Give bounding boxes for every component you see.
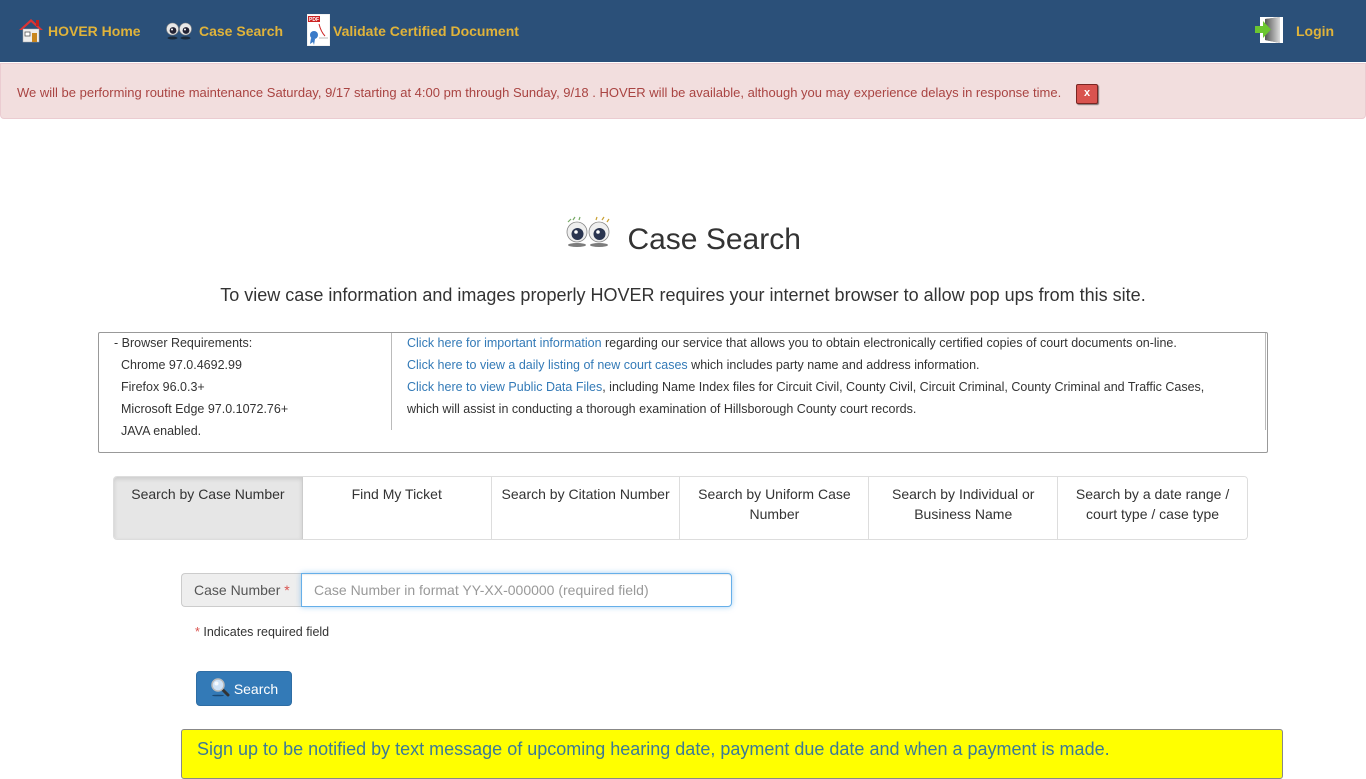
svg-text:PDF: PDF [309,17,319,23]
alert-close-button[interactable]: x [1076,84,1098,104]
required-field-note: * Indicates required field [195,625,329,639]
tab-search-by-uniform-case-number[interactable]: Search by Uniform Case Number [680,477,870,539]
house-icon [18,17,44,46]
public-data-files-link[interactable]: Click here to view Public Data Files [407,380,602,394]
maintenance-alert: We will be performing routine maintenanc… [0,63,1366,119]
eyes-icon [166,20,192,43]
requirement-item: Microsoft Edge 97.0.1072.76+ [121,402,289,416]
requirement-item: JAVA enabled. [121,424,202,438]
search-tabs: Search by Case Number Find My Ticket Sea… [113,476,1248,540]
case-number-label: Case Number * [181,573,301,607]
pdf-certificate-icon: PDF [306,13,331,49]
browser-requirements: - Browser Requirements: Chrome 97.0.4692… [99,333,392,438]
maintenance-alert-text: We will be performing routine maintenanc… [17,85,1062,100]
divider [1265,333,1266,430]
requirement-item: Chrome 97.0.4692.99 [121,358,242,372]
popup-requirement-note: To view case information and images prop… [220,285,1146,305]
text-notification-signup-banner[interactable]: Sign up to be notified by text message o… [181,729,1283,779]
page-title: Case Search [0,216,1366,262]
important-information-link[interactable]: Click here for important information [407,336,602,350]
page-title-text: Case Search [627,223,801,256]
info-line-text: regarding our service that allows you to… [601,336,1177,350]
info-line: Click here for important information reg… [407,336,1177,350]
required-marker: * [284,582,290,598]
required-note-text: Indicates required field [203,625,330,639]
nav-case-search-label: Case Search [199,23,284,39]
browser-requirements-heading: - Browser Requirements: [114,336,253,350]
nav-validate-document-link[interactable]: PDF Validate Certified Document [306,0,519,62]
nav-case-search-link[interactable]: Case Search [166,0,283,62]
nav-login-link[interactable]: Login [1254,0,1334,62]
tab-find-my-ticket[interactable]: Find My Ticket [302,477,492,539]
search-button[interactable]: Search [196,671,292,706]
info-line-text: , including Name Index files for Circuit… [602,380,1205,394]
case-number-input[interactable] [301,573,732,607]
info-line: Click here to view Public Data Files, in… [407,380,1204,394]
info-line-continuation: which will assist in conducting a thorou… [407,402,917,416]
info-line: Click here to view a daily listing of ne… [407,358,980,372]
tab-search-by-case-number[interactable]: Search by Case Number [114,477,303,539]
requirement-item: Firefox 96.0.3+ [121,380,205,394]
magnifier-icon [210,677,230,700]
tab-search-by-name[interactable]: Search by Individual or Business Name [869,477,1059,539]
nav-home-label: HOVER Home [48,23,141,39]
case-number-input-group: Case Number * [181,573,732,607]
top-navbar: HOVER Home Case Search PDF Validate Cert… [0,0,1366,62]
info-line-text: which includes party name and address in… [687,358,980,372]
tab-search-by-date-range[interactable]: Search by a date range / court type / ca… [1058,477,1247,539]
daily-listing-link[interactable]: Click here to view a daily listing of ne… [407,358,688,372]
nav-home-link[interactable]: HOVER Home [18,0,141,62]
eyes-icon [565,216,611,261]
required-marker: * [195,625,200,639]
info-box: - Browser Requirements: Chrome 97.0.4692… [98,332,1268,453]
case-number-label-text: Case Number [194,582,281,598]
tab-search-by-citation-number[interactable]: Search by Citation Number [491,477,681,539]
search-button-label: Search [233,680,279,697]
nav-validate-label: Validate Certified Document [333,23,519,39]
login-door-icon [1254,16,1284,47]
nav-login-label: Login [1296,23,1335,39]
